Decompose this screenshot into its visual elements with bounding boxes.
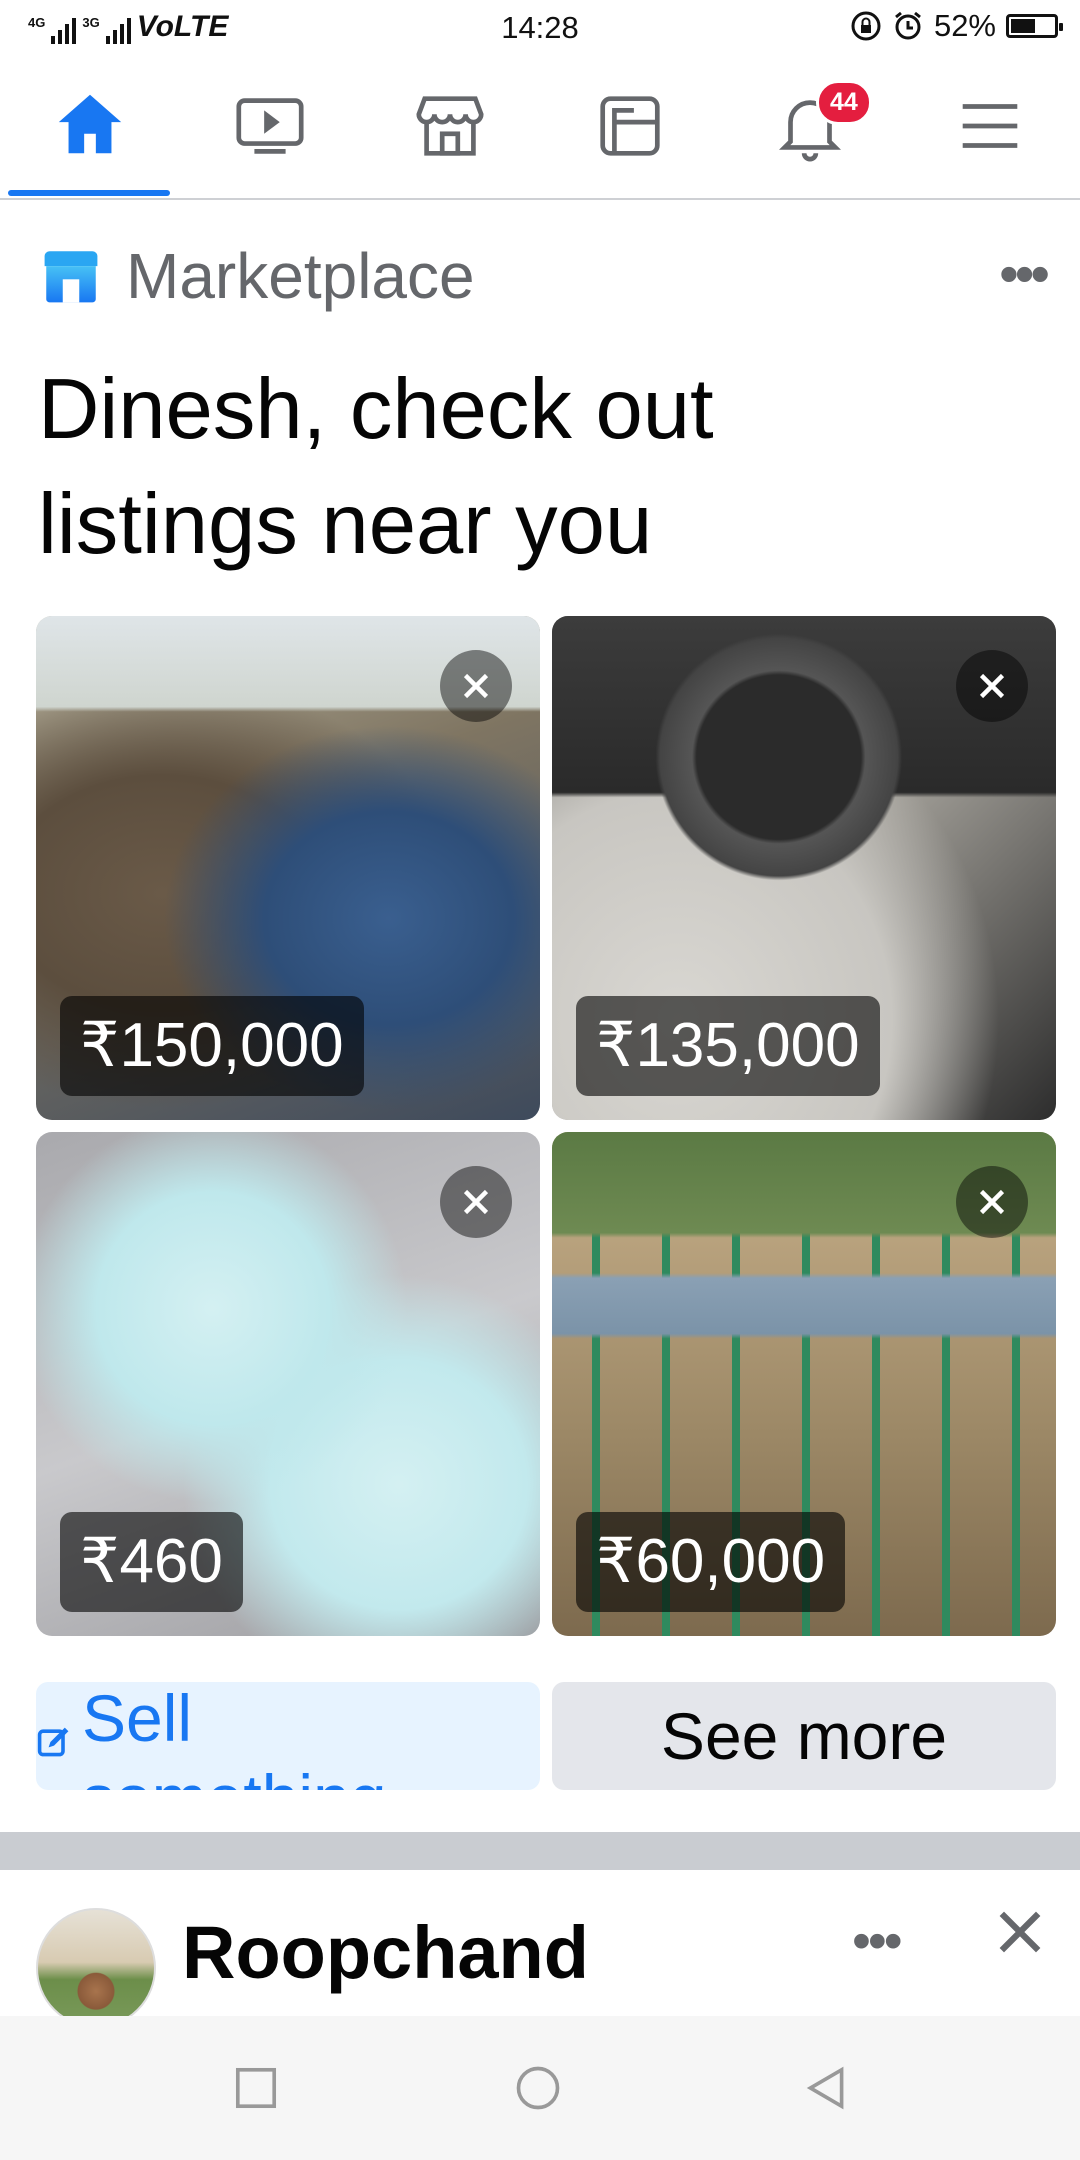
post-author-name[interactable]: Roopchand Prajapati xyxy=(182,1900,612,2018)
nav-home[interactable] xyxy=(0,56,180,196)
nav-menu[interactable] xyxy=(900,56,1080,196)
menu-icon xyxy=(962,104,1018,148)
hide-listing-button[interactable] xyxy=(956,650,1028,722)
status-bar: 4G 3G VoLTE 14:28 52% xyxy=(0,0,1080,56)
avatar[interactable] xyxy=(36,1908,156,2028)
nav-marketplace[interactable] xyxy=(360,56,540,196)
listing-price: ₹460 xyxy=(60,1512,243,1612)
post-options-icon[interactable]: ••• xyxy=(852,1910,903,1972)
home-button-icon[interactable] xyxy=(512,2062,564,2114)
more-options-icon[interactable]: ••• xyxy=(999,246,1050,302)
listing-price: ₹135,000 xyxy=(576,996,880,1096)
nav-pages[interactable] xyxy=(540,56,720,196)
battery-icon xyxy=(1006,14,1063,38)
notification-badge: 44 xyxy=(816,80,872,125)
listing-card-tractor[interactable]: ₹150,000 xyxy=(36,616,540,1120)
close-icon xyxy=(463,1189,489,1215)
listing-card-shoes[interactable]: ₹460 xyxy=(36,1132,540,1636)
home-icon xyxy=(58,94,122,154)
watch-icon xyxy=(236,98,304,154)
edit-icon xyxy=(37,1727,69,1757)
listing-price: ₹60,000 xyxy=(576,1512,846,1612)
nav-watch[interactable] xyxy=(180,56,360,196)
see-more-button[interactable]: See more xyxy=(552,1682,1056,1790)
marketplace-header[interactable]: Marketplace xyxy=(38,236,475,316)
hide-listing-button[interactable] xyxy=(440,650,512,722)
active-tab-indicator xyxy=(8,190,170,196)
section-title: Marketplace xyxy=(126,240,475,312)
recent-apps-icon[interactable] xyxy=(230,2062,282,2114)
listing-card-car-interior[interactable]: ₹135,000 xyxy=(552,616,1056,1120)
battery-percent: 52% xyxy=(933,8,996,43)
hide-listing-button[interactable] xyxy=(440,1166,512,1238)
listing-price: ₹150,000 xyxy=(60,996,364,1096)
hide-listing-button[interactable] xyxy=(956,1166,1028,1238)
system-navigation-bar xyxy=(0,2016,1080,2160)
back-icon[interactable] xyxy=(800,2062,852,2114)
close-icon xyxy=(979,1189,1005,1215)
marketplace-shop-icon xyxy=(44,251,98,303)
section-divider xyxy=(0,1832,1080,1870)
dismiss-post-icon[interactable] xyxy=(994,1906,1046,1958)
marketplace-headline: Dinesh, check out listings near you xyxy=(38,362,714,572)
marketplace-icon xyxy=(416,96,484,156)
listing-card-seed-drill[interactable]: ₹60,000 xyxy=(552,1132,1056,1636)
close-icon xyxy=(463,673,489,699)
nav-notifications[interactable]: 44 xyxy=(720,56,900,196)
close-icon xyxy=(979,673,1005,699)
sell-button-label: Sell something xyxy=(82,1682,387,1790)
top-navigation: 44 xyxy=(0,56,1080,200)
rotation-lock-icon xyxy=(851,11,881,41)
alarm-icon xyxy=(895,11,921,40)
sell-something-button[interactable]: Sell something xyxy=(36,1682,540,1790)
pages-icon xyxy=(600,96,660,156)
